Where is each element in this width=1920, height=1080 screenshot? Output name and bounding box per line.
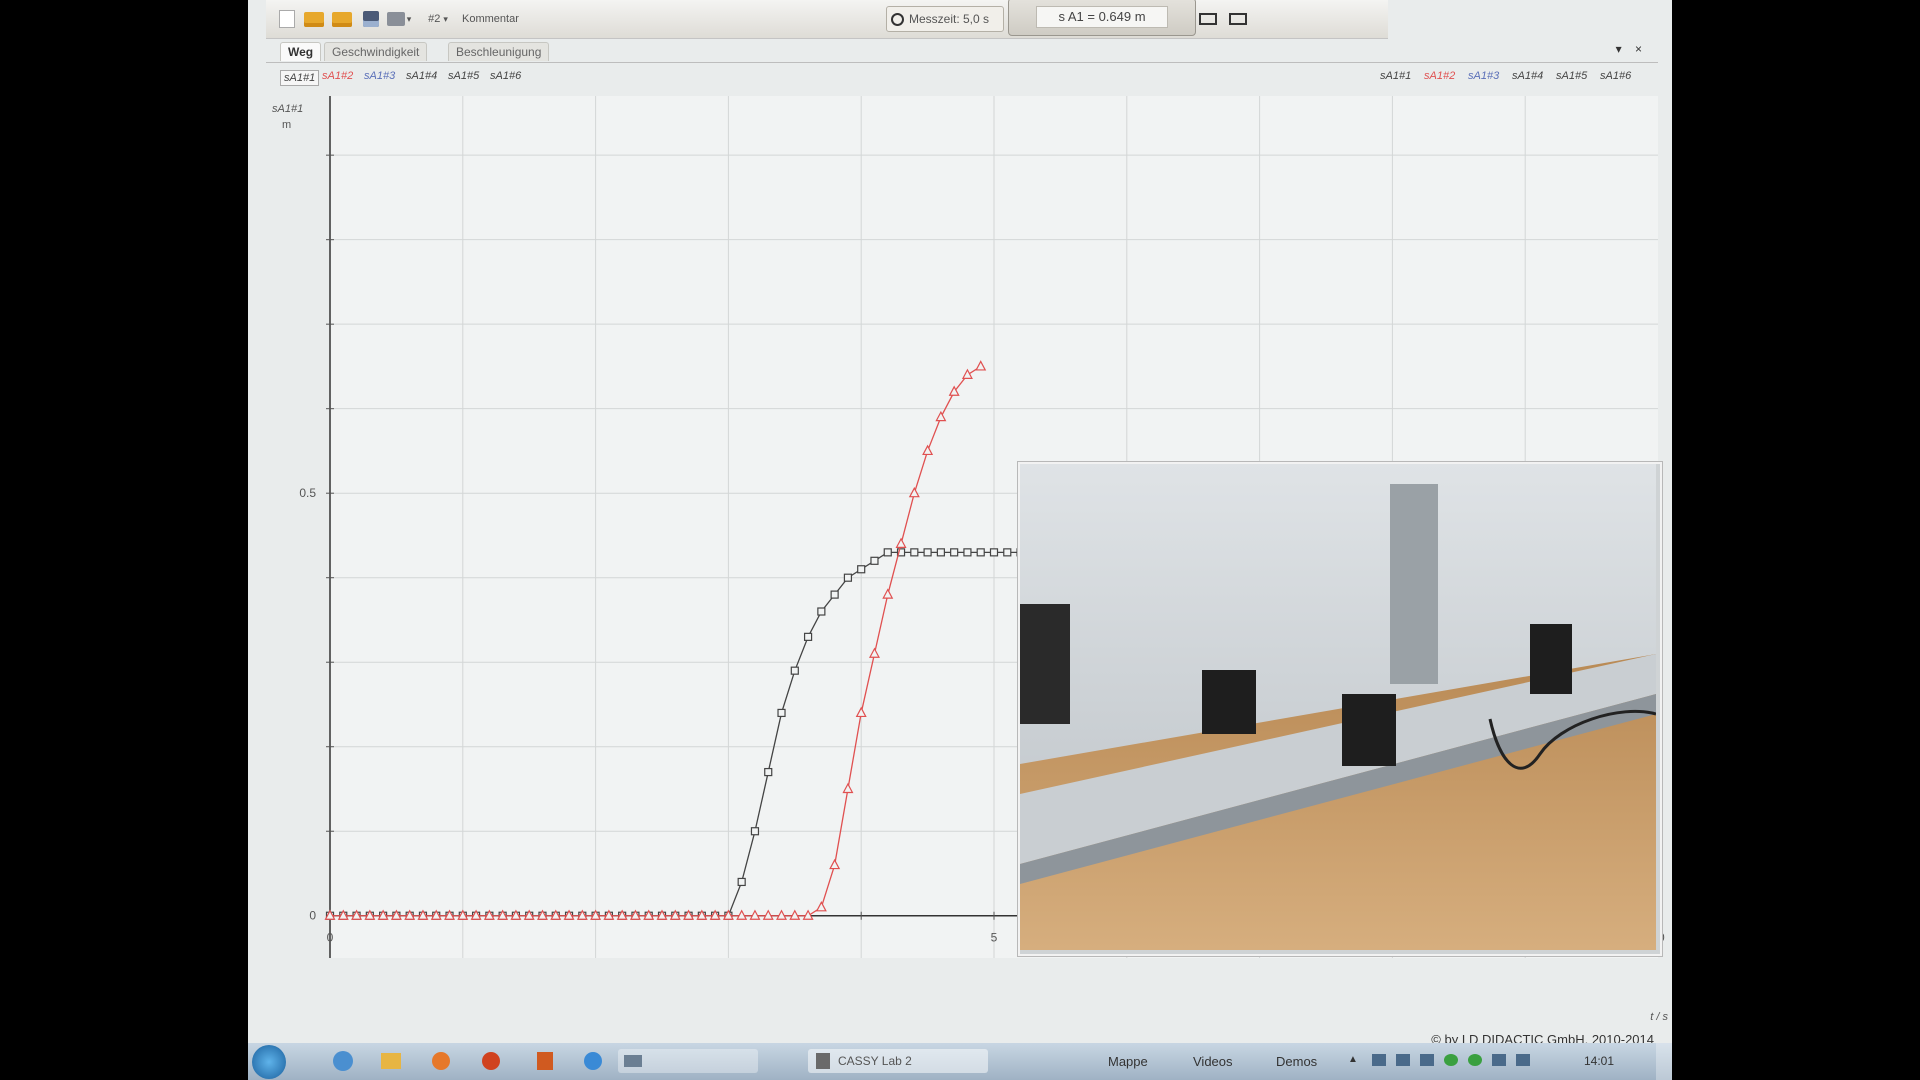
data-point (989, 548, 999, 557)
taskbar-firefox-button[interactable] (476, 1049, 506, 1073)
y-axis-label: sA1#1 (272, 103, 303, 115)
data-point (857, 565, 866, 574)
toolbar-mappe[interactable]: Mappe (1108, 1054, 1148, 1069)
tray-status-icon[interactable] (1468, 1054, 1482, 1066)
data-point (950, 548, 959, 557)
data-point (910, 548, 919, 557)
taskbar-window-button[interactable] (618, 1049, 758, 1073)
data-point (777, 708, 786, 718)
taskbar-explorer-button[interactable] (376, 1049, 406, 1073)
clock: 14:01 (1584, 1054, 1615, 1068)
data-point (750, 827, 760, 836)
data-point (737, 877, 746, 887)
toolbar-videos[interactable]: Videos (1193, 1054, 1233, 1069)
toolbar-demos[interactable]: Demos (1276, 1054, 1317, 1069)
start-button[interactable] (252, 1045, 286, 1079)
browser-icon (333, 1051, 353, 1071)
media-player-icon (432, 1052, 450, 1070)
data-point (870, 556, 879, 565)
tray-icon[interactable] (1372, 1054, 1386, 1066)
video-panel (1018, 462, 1662, 956)
app-icon (537, 1052, 553, 1070)
taskbar-cassy-label: CASSY Lab 2 (838, 1054, 912, 1068)
data-point (936, 548, 945, 557)
track-video-image (1020, 464, 1657, 950)
firefox-icon (482, 1052, 500, 1070)
network-icon (584, 1052, 602, 1070)
y-tick-label: 0.5 (299, 486, 316, 500)
y-tick-label: 0 (309, 909, 316, 923)
tray-icon[interactable] (1420, 1054, 1434, 1066)
taskbar-ie-button[interactable] (328, 1049, 358, 1073)
data-point (843, 573, 853, 582)
y-axis-unit: m (282, 119, 291, 131)
taskbar: CASSY Lab 2 Mappe Videos Demos ▲ 14:01 (248, 1043, 1672, 1080)
folder-icon (381, 1053, 401, 1069)
x-axis-label: t / s (1650, 1011, 1668, 1023)
data-point (790, 666, 799, 675)
chevron-up-icon[interactable]: ▲ (1348, 1054, 1358, 1065)
x-tick-label: 5 (991, 931, 998, 945)
cassy-icon (816, 1053, 830, 1069)
taskbar-media-button[interactable] (426, 1049, 456, 1073)
taskbar-network-button[interactable] (578, 1049, 608, 1073)
data-point (817, 607, 826, 616)
data-point (764, 767, 773, 777)
speaker-icon[interactable] (1516, 1054, 1530, 1066)
monitor-icon[interactable] (1492, 1054, 1506, 1066)
data-point (1003, 548, 1012, 557)
data-point (803, 632, 813, 641)
show-desktop-button[interactable] (1656, 1043, 1672, 1080)
data-point (976, 548, 985, 557)
data-point (883, 548, 892, 557)
data-point (830, 590, 839, 599)
taskbar-cassy-button[interactable]: CASSY Lab 2 (808, 1049, 988, 1073)
window-icon (624, 1055, 642, 1067)
tray-status-icon[interactable] (1444, 1054, 1458, 1066)
taskbar-app-button[interactable] (530, 1049, 560, 1073)
x-tick-label: 0 (327, 931, 334, 945)
data-point (923, 548, 932, 557)
screen: ▾ #2▾ Kommentar Messzeit: 5,0 s ⚙ ? s A1… (248, 0, 1672, 1080)
data-point (963, 548, 972, 557)
shield-icon[interactable] (1396, 1054, 1410, 1066)
